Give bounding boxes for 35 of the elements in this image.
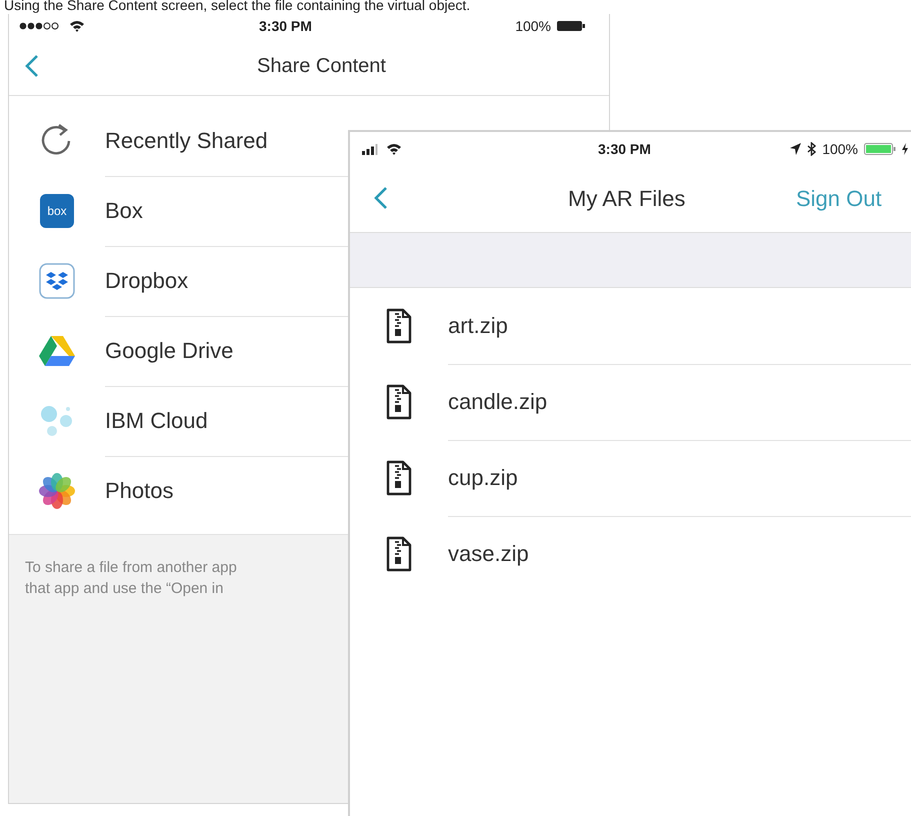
zip-file-icon: [386, 308, 412, 344]
drive-icon: [38, 334, 76, 368]
source-item[interactable]: IBM Cloud: [9, 386, 348, 456]
battery-percent: 100%: [515, 18, 551, 34]
back-button[interactable]: [25, 54, 39, 78]
status-time: 3:30 PM: [598, 141, 651, 157]
caption: Using the Share Content screen, select the file containing the virtual object.: [3, 0, 472, 12]
bluetooth-icon: [807, 142, 816, 156]
status-time: 3:30 PM: [259, 18, 312, 34]
zip-file-icon: [386, 384, 412, 420]
location-icon: [790, 143, 802, 155]
screen-title: My AR Files: [568, 186, 686, 212]
wifi-icon: [69, 20, 85, 32]
help-text: To share a file from another app: [25, 559, 238, 576]
photos-icon: [37, 471, 77, 511]
dropbox-icon: [39, 263, 75, 299]
source-item[interactable]: Google Drive: [9, 316, 348, 386]
zip-file-icon: [386, 460, 412, 496]
zip-file-icon: [386, 536, 412, 572]
source-item[interactable]: Dropbox: [9, 246, 348, 316]
help-text: that app and use the “Open in: [25, 580, 224, 597]
box-icon: box: [40, 194, 74, 228]
file-item[interactable]: art.zip: [350, 288, 911, 364]
source-item[interactable]: Recently Shared: [9, 106, 348, 176]
wifi-icon: [386, 143, 402, 155]
charging-icon: [902, 143, 908, 155]
battery-percent: 100%: [822, 141, 858, 157]
signal-icon: [362, 144, 380, 154]
battery-icon: [557, 21, 585, 31]
source-item[interactable]: Photos: [9, 456, 348, 526]
back-button[interactable]: [374, 186, 388, 210]
source-item[interactable]: box Box: [9, 176, 348, 246]
screen-title: Share Content: [256, 55, 386, 78]
battery-icon: [864, 143, 896, 155]
cloud-icon: [39, 403, 75, 439]
